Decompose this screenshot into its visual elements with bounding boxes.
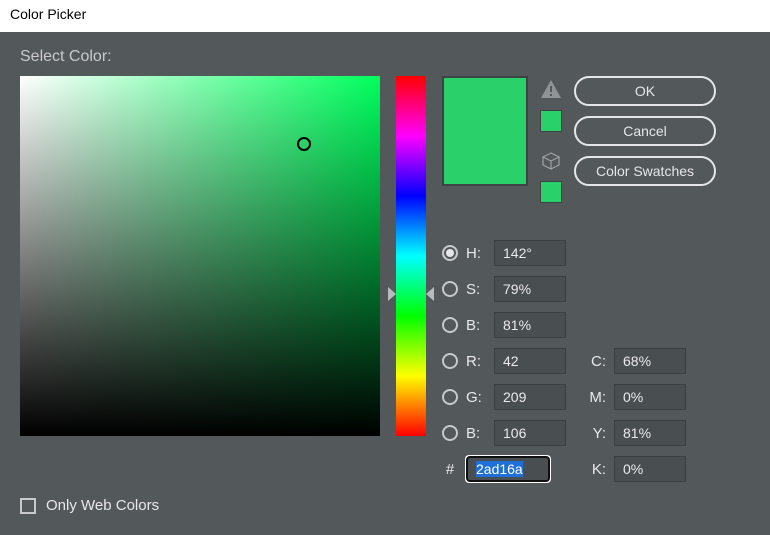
sv-marker[interactable] bbox=[297, 137, 311, 151]
button-column: OK Cancel Color Swatches bbox=[574, 76, 716, 203]
input-b-hsb[interactable] bbox=[494, 312, 566, 338]
color-preview-box bbox=[442, 76, 528, 186]
input-hex[interactable] bbox=[466, 456, 550, 482]
warning-icon[interactable] bbox=[541, 80, 561, 104]
ok-button[interactable]: OK bbox=[574, 76, 716, 106]
warning-column bbox=[540, 76, 562, 203]
cube-swatch[interactable] bbox=[540, 181, 562, 203]
color-picker-panel: Select Color: bbox=[0, 32, 770, 535]
value-fields: H: S: B: bbox=[442, 239, 716, 483]
web-colors-row: Only Web Colors bbox=[20, 497, 750, 514]
radio-g[interactable] bbox=[442, 389, 458, 405]
label-b-rgb: B: bbox=[466, 425, 486, 442]
web-colors-label: Only Web Colors bbox=[46, 497, 159, 514]
input-s[interactable] bbox=[494, 276, 566, 302]
radio-h[interactable] bbox=[442, 245, 458, 261]
label-s: S: bbox=[466, 281, 486, 298]
label-k: K: bbox=[588, 461, 606, 478]
warning-swatch[interactable] bbox=[540, 110, 562, 132]
label-c: C: bbox=[588, 353, 606, 370]
radio-r[interactable] bbox=[442, 353, 458, 369]
hue-slider[interactable] bbox=[396, 76, 426, 436]
input-c[interactable] bbox=[614, 348, 686, 374]
workspace: OK Cancel Color Swatches H: bbox=[20, 76, 750, 483]
radio-b-hsb[interactable] bbox=[442, 317, 458, 333]
web-colors-checkbox[interactable] bbox=[20, 498, 36, 514]
color-swatches-button[interactable]: Color Swatches bbox=[574, 156, 716, 186]
radio-s[interactable] bbox=[442, 281, 458, 297]
hue-arrow-right-icon[interactable] bbox=[426, 287, 434, 301]
right-stack: OK Cancel Color Swatches H: bbox=[442, 76, 716, 483]
cancel-button[interactable]: Cancel bbox=[574, 116, 716, 146]
preview-column: OK Cancel Color Swatches H: bbox=[442, 76, 716, 483]
label-r: R: bbox=[466, 353, 486, 370]
previous-color-preview[interactable] bbox=[444, 131, 526, 184]
input-g[interactable] bbox=[494, 384, 566, 410]
window-title: Color Picker bbox=[0, 0, 770, 32]
input-h[interactable] bbox=[494, 240, 566, 266]
hash-label: # bbox=[442, 461, 458, 478]
label-m: M: bbox=[588, 389, 606, 406]
label-b-hsb: B: bbox=[466, 317, 486, 334]
hue-strip[interactable] bbox=[396, 76, 426, 436]
input-m[interactable] bbox=[614, 384, 686, 410]
saturation-value-field[interactable] bbox=[20, 76, 380, 436]
radio-b-rgb[interactable] bbox=[442, 425, 458, 441]
input-k[interactable] bbox=[614, 456, 686, 482]
hsb-rgb-column: H: S: B: bbox=[442, 239, 566, 483]
select-color-label: Select Color: bbox=[20, 48, 750, 66]
label-h: H: bbox=[466, 245, 486, 262]
label-g: G: bbox=[466, 389, 486, 406]
label-y: Y: bbox=[588, 425, 606, 442]
hue-arrow-left-icon[interactable] bbox=[388, 287, 396, 301]
cmyk-column: C: M: Y: K: bbox=[588, 347, 686, 483]
cube-icon[interactable] bbox=[542, 152, 560, 175]
new-color-preview[interactable] bbox=[444, 78, 526, 131]
input-y[interactable] bbox=[614, 420, 686, 446]
input-r[interactable] bbox=[494, 348, 566, 374]
input-b-rgb[interactable] bbox=[494, 420, 566, 446]
